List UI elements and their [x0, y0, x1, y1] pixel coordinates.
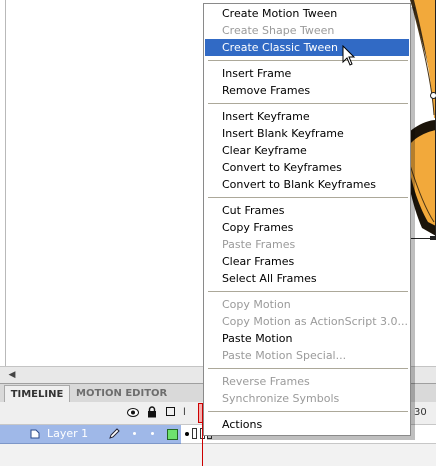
menu-item-insert-frame[interactable]: Insert Frame	[205, 65, 409, 82]
layer-name: Layer 1	[47, 427, 89, 440]
menu-item-insert-keyframe[interactable]: Insert Keyframe	[205, 108, 409, 125]
eye-icon[interactable]	[127, 408, 139, 417]
menu-item-clear-keyframe[interactable]: Clear Keyframe	[205, 142, 409, 159]
transform-handle[interactable]	[430, 92, 436, 99]
menu-separator	[208, 60, 408, 61]
menu-item-paste-motion[interactable]: Paste Motion	[205, 330, 409, 347]
mouse-pointer-icon	[342, 45, 356, 66]
tab-motion-editor[interactable]: MOTION EDITOR	[76, 385, 167, 402]
frame-number-30: 30	[414, 407, 427, 418]
tab-timeline[interactable]: TIMELINE	[4, 385, 70, 403]
menu-separator	[208, 291, 408, 292]
menu-item-reverse-frames: Reverse Frames	[222, 375, 310, 388]
menu-item-insert-blank-keyframe[interactable]: Insert Blank Keyframe	[205, 125, 409, 142]
keyframe-dot[interactable]	[185, 432, 189, 436]
menu-item-convert-to-blank-keyframes[interactable]: Convert to Blank Keyframes	[205, 176, 409, 193]
menu-separator	[208, 103, 408, 104]
menu-item-paste-motion-special: Paste Motion Special...	[222, 349, 347, 362]
menu-item-cut-frames[interactable]: Cut Frames	[205, 202, 409, 219]
menu-separator	[208, 197, 408, 198]
pencil-icon	[109, 428, 120, 439]
menu-item-convert-to-keyframes[interactable]: Convert to Keyframes	[205, 159, 409, 176]
menu-item-create-motion-tween[interactable]: Create Motion Tween	[205, 5, 409, 22]
menu-item-copy-motion-actionscript: Copy Motion as ActionScript 3.0...	[222, 315, 408, 328]
menu-item-clear-frames[interactable]: Clear Frames	[205, 253, 409, 270]
lock-dot[interactable]	[151, 432, 154, 435]
menu-item-paste-frames: Paste Frames	[222, 238, 296, 251]
menu-separator	[208, 411, 408, 412]
selection-handle[interactable]	[430, 236, 435, 240]
menu-item-actions[interactable]: Actions	[205, 416, 409, 433]
menu-item-remove-frames[interactable]: Remove Frames	[205, 82, 409, 99]
visibility-dot[interactable]	[133, 432, 136, 435]
menu-item-create-classic-tween[interactable]: Create Classic Tween	[205, 39, 409, 56]
stage-edge	[5, 0, 6, 366]
frame-ruler-label: l	[183, 407, 186, 418]
menu-item-copy-frames[interactable]: Copy Frames	[205, 219, 409, 236]
context-menu: Create Motion Tween Create Shape Tween C…	[203, 3, 411, 436]
scroll-left-arrow-icon[interactable]: ◀	[5, 368, 19, 382]
menu-item-synchronize-symbols: Synchronize Symbols	[222, 392, 340, 405]
menu-item-copy-motion: Copy Motion	[222, 298, 291, 311]
layer-row[interactable]: Layer 1	[0, 425, 181, 444]
lock-icon[interactable]	[147, 406, 157, 418]
timeline-footer	[0, 444, 436, 466]
menu-separator	[208, 368, 408, 369]
frame-cell[interactable]	[192, 428, 197, 439]
menu-item-create-shape-tween: Create Shape Tween	[222, 24, 335, 37]
menu-item-select-all-frames[interactable]: Select All Frames	[205, 270, 409, 287]
layer-color-swatch[interactable]	[167, 429, 178, 440]
layer-page-icon	[30, 429, 40, 439]
outline-icon[interactable]	[166, 407, 175, 416]
